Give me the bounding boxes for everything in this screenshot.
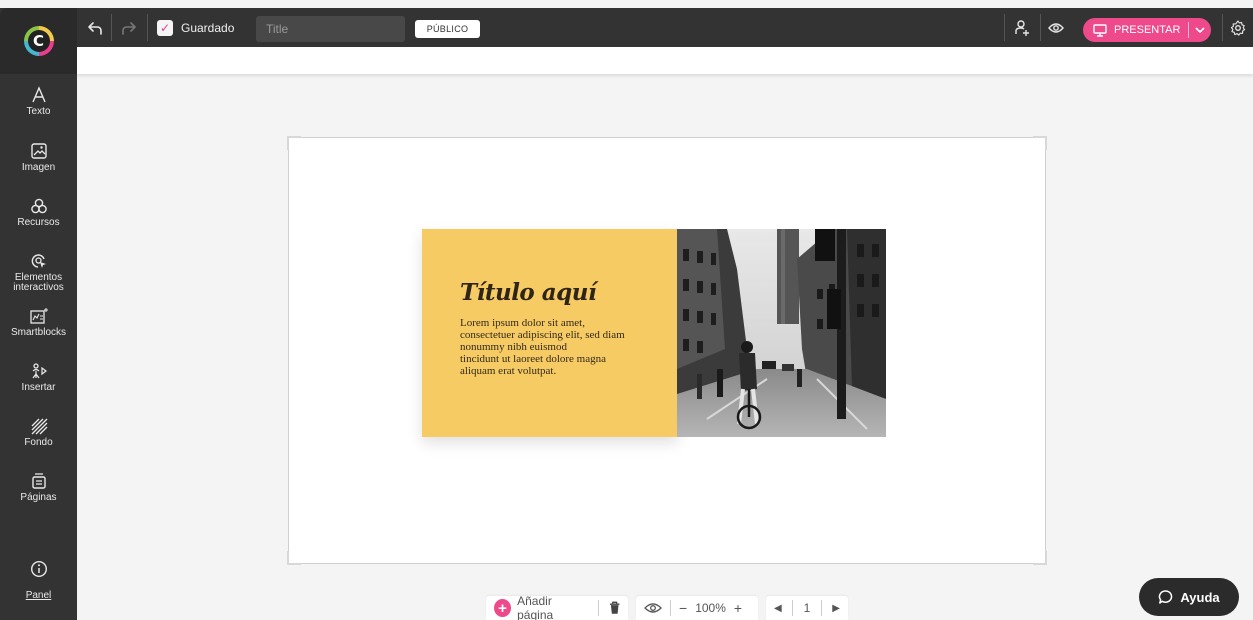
sidebar-item-pages[interactable]: Páginas bbox=[0, 472, 77, 503]
logo-letter: C bbox=[27, 30, 50, 52]
resize-handle[interactable] bbox=[1033, 136, 1047, 150]
present-label: PRESENTAR bbox=[1114, 24, 1181, 36]
chat-bubble-icon bbox=[1159, 590, 1173, 604]
undo-icon bbox=[88, 21, 102, 35]
slide-body-text[interactable]: Lorem ipsum dolor sit amet, consectetuer… bbox=[460, 317, 650, 377]
zoom-out-button[interactable]: − bbox=[679, 600, 687, 616]
trash-icon[interactable] bbox=[609, 601, 620, 615]
zoom-level: 100% bbox=[695, 601, 726, 615]
eye-icon[interactable] bbox=[644, 602, 662, 614]
undo-button[interactable] bbox=[82, 8, 108, 47]
toolbar-divider bbox=[1004, 14, 1005, 41]
saved-label: Guardado bbox=[181, 20, 235, 35]
present-main-button[interactable]: PRESENTAR bbox=[1083, 18, 1188, 42]
page-actions-group: + Añadir página bbox=[486, 594, 628, 620]
chevron-down-icon bbox=[1195, 26, 1205, 33]
page-number: 1 bbox=[803, 601, 811, 615]
add-collaborator-button[interactable] bbox=[1008, 8, 1036, 47]
sidebar-item-background[interactable]: Fondo bbox=[0, 417, 77, 448]
sidebar-item-interactive[interactable]: Elementos interactivos bbox=[0, 252, 77, 293]
toolbar-divider bbox=[111, 14, 112, 41]
sidebar-item-label: Elementos interactivos bbox=[13, 272, 64, 293]
slide-title[interactable]: Título aquí bbox=[460, 279, 597, 306]
prev-page-icon[interactable]: ◀ bbox=[774, 603, 782, 614]
resize-handle[interactable] bbox=[287, 551, 301, 565]
body-line: aliquam erat volutpat. bbox=[460, 365, 557, 377]
text-icon bbox=[31, 86, 46, 103]
add-page-label[interactable]: Añadir página bbox=[517, 594, 588, 620]
sidebar-item-image[interactable]: Imagen bbox=[0, 142, 77, 173]
bottom-divider bbox=[597, 600, 599, 616]
resize-handle[interactable] bbox=[287, 136, 301, 150]
secondary-toolbar bbox=[77, 47, 1253, 74]
title-input[interactable] bbox=[256, 16, 405, 42]
sidebar-item-label: Recursos bbox=[17, 217, 60, 228]
preview-button[interactable] bbox=[1043, 8, 1069, 47]
sidebar-item-label: Smartblocks bbox=[10, 327, 66, 338]
sidebar-item-label: Texto bbox=[26, 106, 51, 117]
sidebar-item-label: Fondo bbox=[24, 437, 53, 448]
redo-icon bbox=[122, 21, 136, 35]
zoom-group: − 100% + bbox=[636, 596, 758, 620]
background-icon bbox=[31, 418, 47, 435]
slide-canvas[interactable]: Título aquí Lorem ipsum dolor sit amet, … bbox=[287, 136, 1047, 565]
settings-button[interactable] bbox=[1226, 8, 1250, 47]
toolbar-divider bbox=[147, 14, 148, 41]
left-sidebar: Texto Imagen Recursos Elementos interact… bbox=[0, 74, 77, 620]
pagination-group: ◀ 1 ▶ bbox=[766, 596, 848, 620]
info-button[interactable] bbox=[0, 560, 77, 578]
help-label: Ayuda bbox=[1180, 589, 1220, 605]
present-options-button[interactable] bbox=[1189, 18, 1211, 42]
panel-label: Panel bbox=[25, 590, 52, 601]
sidebar-item-smartblocks[interactable]: Smartblocks bbox=[0, 307, 77, 338]
present-button[interactable]: PRESENTAR bbox=[1083, 18, 1211, 42]
resize-handle[interactable] bbox=[1033, 551, 1047, 565]
redo-button[interactable] bbox=[116, 8, 142, 47]
next-page-icon[interactable]: ▶ bbox=[832, 603, 840, 614]
sidebar-item-resources[interactable]: Recursos bbox=[0, 197, 77, 228]
bottom-divider bbox=[792, 600, 794, 616]
toolbar-divider bbox=[1040, 14, 1041, 41]
pages-icon bbox=[31, 473, 46, 489]
body-line: nonummy nibh euismod bbox=[460, 341, 567, 353]
saved-status: ✓ Guardado bbox=[157, 8, 234, 47]
sidebar-item-label: Insertar bbox=[21, 382, 56, 393]
app-logo[interactable]: C bbox=[0, 8, 77, 74]
sidebar-item-label: Imagen bbox=[21, 162, 56, 173]
sidebar-item-insert[interactable]: Insertar bbox=[0, 362, 77, 393]
eye-icon bbox=[1048, 22, 1064, 33]
logo-ring-icon: C bbox=[23, 26, 54, 56]
street-photo-image bbox=[677, 229, 886, 437]
plus-icon[interactable]: + bbox=[494, 599, 512, 617]
street-photo[interactable] bbox=[677, 229, 886, 437]
zoom-in-button[interactable]: + bbox=[734, 600, 742, 616]
text-card[interactable]: Título aquí Lorem ipsum dolor sit amet, … bbox=[422, 229, 678, 437]
body-line: consectetuer adipiscing elit, sed diam bbox=[460, 329, 625, 341]
insert-icon bbox=[32, 363, 47, 379]
bottom-divider bbox=[670, 600, 671, 616]
public-button[interactable]: PÚBLICO bbox=[415, 20, 480, 38]
sidebar-item-label: Páginas bbox=[20, 492, 57, 503]
add-user-icon bbox=[1015, 19, 1029, 36]
image-icon bbox=[30, 143, 47, 159]
monitor-icon bbox=[1093, 23, 1107, 37]
body-line: tincidunt ut laoreet dolore magna bbox=[460, 353, 607, 365]
toolbar-divider bbox=[1222, 14, 1223, 41]
sidebar-item-text[interactable]: Texto bbox=[0, 86, 77, 117]
body-line: Lorem ipsum dolor sit amet, bbox=[460, 317, 585, 329]
check-icon: ✓ bbox=[157, 19, 173, 36]
resources-icon bbox=[30, 198, 47, 214]
gear-icon bbox=[1230, 19, 1246, 36]
panel-link[interactable]: Panel bbox=[0, 590, 77, 601]
help-button[interactable]: Ayuda bbox=[1139, 578, 1239, 616]
smartblocks-icon bbox=[29, 308, 48, 324]
bottom-divider bbox=[820, 600, 822, 616]
info-icon bbox=[30, 560, 47, 578]
interactive-icon bbox=[31, 254, 46, 268]
